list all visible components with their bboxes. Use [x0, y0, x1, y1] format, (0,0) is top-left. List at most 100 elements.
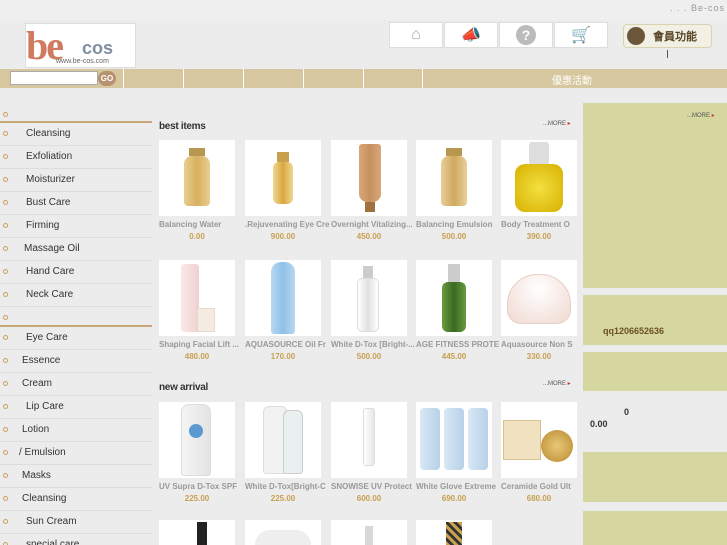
bullet-icon	[3, 450, 8, 455]
category-item[interactable]: Bust Care	[0, 192, 152, 215]
top-links[interactable]: . . . Be-cos	[670, 3, 725, 13]
product-name[interactable]: Shaping Facial Lift ...	[159, 340, 245, 349]
product-price: 480.00	[184, 352, 210, 361]
search-input[interactable]	[10, 71, 98, 85]
product-name[interactable]: AGE FITNESS PROTE	[416, 340, 502, 349]
product-card[interactable]: Ceramide Gold Ult 680.00	[501, 402, 577, 503]
new-arrival-more-link[interactable]: ...MORE	[543, 380, 571, 387]
bullet-icon	[3, 246, 8, 251]
product-name[interactable]: SNOWISE UV Protect	[331, 482, 417, 491]
site-logo[interactable]: be cos www.be-cos.com	[25, 23, 136, 68]
product-image[interactable]	[416, 402, 492, 478]
category-item[interactable]: Firming	[0, 215, 152, 238]
product-card[interactable]: AGE FITNESS PROTE 445.00	[416, 260, 499, 361]
product-name[interactable]: Body Treatment O	[501, 220, 587, 229]
product-price: 330.00	[526, 352, 552, 361]
product-card[interactable]: Balancing Emulsion 500.00	[416, 140, 492, 241]
category-item[interactable]: Essence	[0, 350, 152, 373]
cart-button[interactable]: 🛒	[554, 22, 608, 48]
product-card[interactable]: White D-Tox[Bright-C 225.00	[245, 402, 326, 503]
go-button[interactable]: GO	[98, 71, 116, 86]
product-card[interactable]: AQUASOURCE Oil Fr 170.00	[245, 260, 326, 361]
menu-item-promotions[interactable]: 優惠活動	[552, 72, 592, 87]
product-image[interactable]	[416, 520, 492, 545]
product-card[interactable]: Body Treatment O 390.00	[501, 140, 577, 241]
help-button[interactable]: ?	[499, 22, 553, 48]
product-image[interactable]	[501, 260, 577, 336]
product-image[interactable]	[416, 260, 492, 336]
product-name[interactable]: White D-Tox [Bright-...	[331, 340, 417, 349]
product-image[interactable]	[159, 520, 235, 545]
category-item[interactable]: Cleansing	[0, 123, 152, 146]
product-price: 390.00	[526, 232, 552, 241]
product-name[interactable]: .Rejuvenating Eye Cre	[245, 220, 331, 229]
category-item[interactable]: Lotion	[0, 419, 152, 442]
category-item[interactable]: Exfoliation	[0, 146, 152, 169]
megaphone-icon: 📣	[461, 27, 481, 44]
product-image[interactable]	[501, 140, 577, 216]
product-name[interactable]: Balancing Emulsion	[416, 220, 502, 229]
category-item[interactable]: Cream	[0, 373, 152, 396]
product-card[interactable]: SNOWISE UV Protect 600.00	[331, 402, 412, 503]
product-image[interactable]	[331, 520, 407, 545]
category-item[interactable]: Neck Care	[0, 284, 152, 307]
category-item[interactable]: Hand Care	[0, 261, 152, 284]
product-card[interactable]: .Rejuvenating Eye Cre 900.00	[245, 140, 329, 241]
right-panel-cart-header	[583, 352, 727, 391]
category-group-header	[0, 307, 152, 327]
category-item[interactable]: Moisturizer	[0, 169, 152, 192]
product-name[interactable]: Balancing Water	[159, 220, 245, 229]
product-price: 225.00	[184, 494, 210, 503]
category-item[interactable]: Cleansing	[0, 488, 152, 511]
product-card[interactable]: Shaping Facial Lift ... 480.00	[159, 260, 239, 361]
product-card[interactable]: UV Supra D-Tox SPF 225.00	[159, 402, 237, 503]
product-card[interactable]	[416, 520, 492, 545]
qq-contact[interactable]: qq1206652636	[603, 326, 664, 336]
product-name[interactable]: Ceramide Gold Ult	[501, 482, 587, 491]
logo-url: www.be-cos.com	[56, 58, 109, 65]
category-item[interactable]: Masks	[0, 465, 152, 488]
category-item[interactable]: Lip Care	[0, 396, 152, 419]
product-price: 500.00	[441, 232, 467, 241]
right-panel-more-link[interactable]: ...MORE	[687, 112, 715, 119]
category-item[interactable]: / Emulsion	[0, 442, 152, 465]
news-button[interactable]: 📣	[444, 22, 498, 48]
product-image[interactable]	[245, 402, 321, 478]
product-image[interactable]	[159, 260, 235, 336]
category-item[interactable]: Eye Care	[0, 327, 152, 350]
product-image[interactable]	[159, 140, 235, 216]
product-price: 690.00	[441, 494, 467, 503]
bullet-icon	[3, 496, 8, 501]
product-name[interactable]: White D-Tox[Bright-C	[245, 482, 331, 491]
category-item[interactable]: special care	[0, 534, 152, 545]
product-image[interactable]	[159, 402, 235, 478]
product-name[interactable]: Aquasource Non S	[501, 340, 587, 349]
bullet-icon	[3, 112, 8, 117]
product-card[interactable]: White Glove Extreme 690.00	[416, 402, 496, 503]
product-name[interactable]: AQUASOURCE Oil Fr	[245, 340, 331, 349]
best-items-more-link[interactable]: ...MORE	[543, 120, 571, 127]
product-card[interactable]: Balancing Water 0.00	[159, 140, 235, 241]
product-card[interactable]	[159, 520, 235, 545]
product-image[interactable]	[331, 402, 407, 478]
product-image[interactable]	[416, 140, 492, 216]
bullet-icon	[3, 381, 8, 386]
product-image[interactable]	[245, 260, 321, 336]
product-card[interactable]	[331, 520, 407, 545]
product-card[interactable]: Overnight Vitalizing... 450.00	[331, 140, 413, 241]
product-image[interactable]	[501, 402, 577, 478]
product-name[interactable]: Overnight Vitalizing...	[331, 220, 417, 229]
category-item[interactable]: Massage Oil	[0, 238, 152, 261]
category-item[interactable]: Sun Cream	[0, 511, 152, 534]
product-image[interactable]	[245, 520, 321, 545]
product-name[interactable]: UV Supra D-Tox SPF	[159, 482, 245, 491]
home-button[interactable]: ⌂	[389, 22, 443, 48]
member-button[interactable]: 會員功能	[623, 24, 712, 48]
product-card[interactable]: Aquasource Non S 330.00	[501, 260, 577, 361]
product-image[interactable]	[331, 260, 407, 336]
product-image[interactable]	[331, 140, 407, 216]
product-image[interactable]	[245, 140, 321, 216]
product-card[interactable]	[245, 520, 321, 545]
product-name[interactable]: White Glove Extreme	[416, 482, 502, 491]
product-card[interactable]: White D-Tox [Bright-... 500.00	[331, 260, 415, 361]
